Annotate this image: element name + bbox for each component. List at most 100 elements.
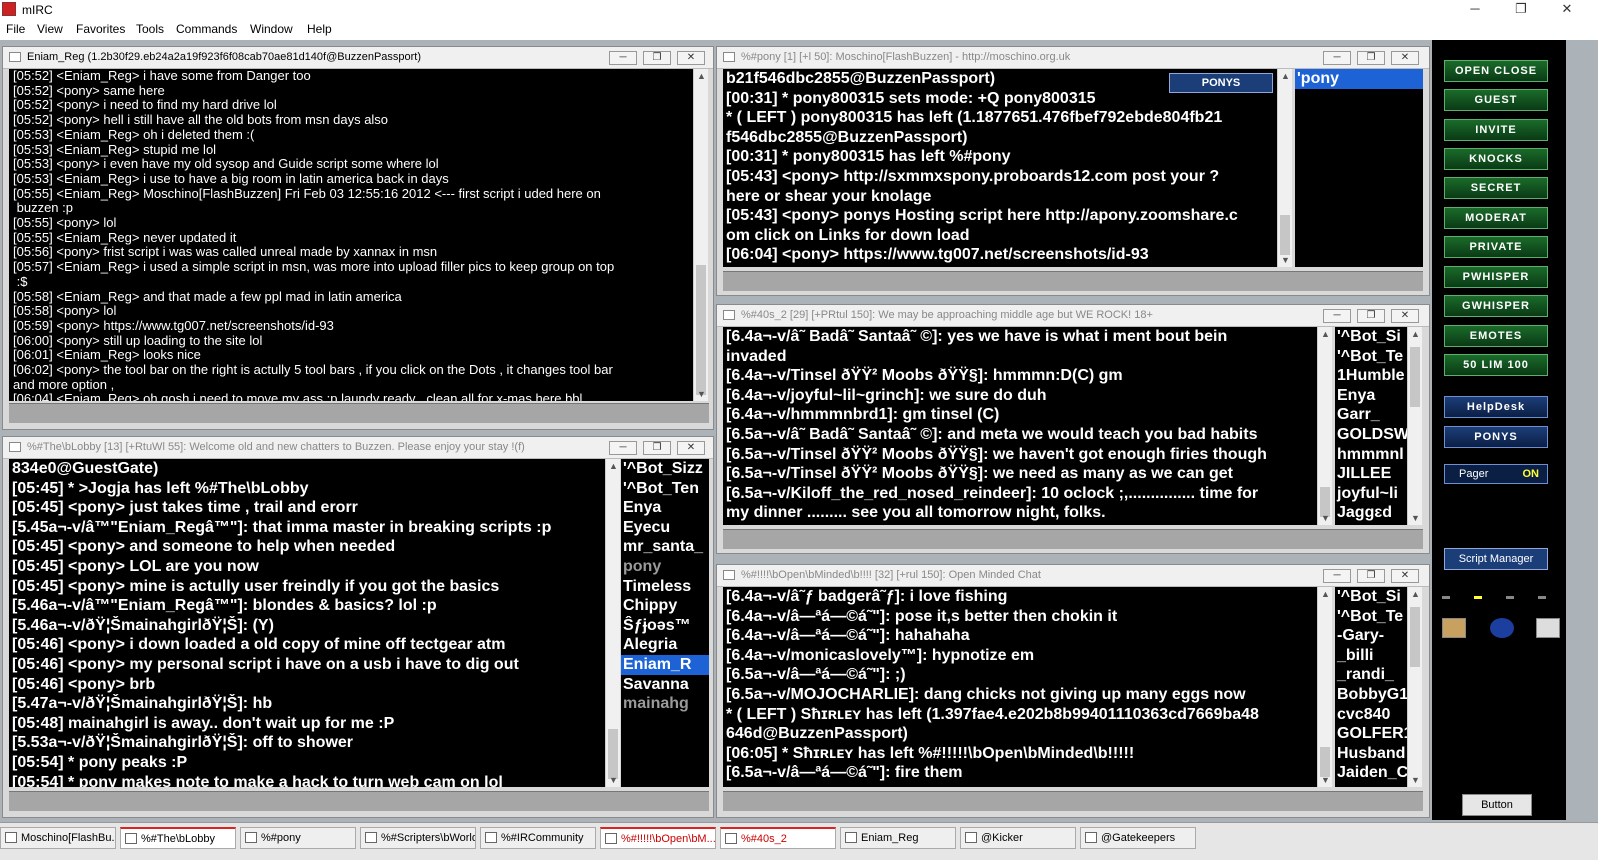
secret-button[interactable]: SECRET [1444, 177, 1548, 199]
nick-item[interactable]: '^Bot_Te [1335, 347, 1407, 367]
scroll-up-icon[interactable]: ▲ [1318, 587, 1333, 601]
nick-item[interactable]: Husband [1335, 744, 1407, 764]
knocks-button[interactable]: KNOCKS [1444, 148, 1548, 170]
nick-item[interactable]: Ŝƒɉoəs™ [621, 616, 709, 636]
pony-scrollbar[interactable]: ▲ ▼ [1277, 69, 1292, 267]
nick-item[interactable]: Enya [621, 498, 709, 518]
generic-button[interactable]: Button [1462, 794, 1532, 816]
lobby-window-titlebar[interactable]: %#The\bLobby [13] [+RtuWl 55]: Welcome o… [3, 437, 713, 459]
scroll-up-icon[interactable]: ▲ [694, 69, 709, 83]
task-pony[interactable]: %#pony [240, 827, 356, 849]
lobby-nicklist[interactable]: '^Bot_Sizz '^Bot_Ten Enya Eyecu mr_santa_ pon… [621, 459, 709, 787]
nick-item[interactable]: '^Bot_Si [1335, 587, 1407, 607]
win-close-button[interactable]: ✕ [1391, 51, 1419, 65]
win-close-button[interactable]: ✕ [1391, 569, 1419, 583]
40s-nicklist[interactable]: '^Bot_Si '^Bot_Te 1Humble Enya Garr_ GOLDSW hm… [1335, 327, 1407, 525]
limit-button[interactable]: 50 LIM 100 [1444, 354, 1548, 376]
openminded-input[interactable] [723, 791, 1423, 811]
ponys-badge[interactable]: PONYS [1169, 73, 1273, 93]
pager-toggle[interactable]: Pager ON [1444, 464, 1548, 484]
scroll-down-icon[interactable]: ▼ [1278, 253, 1293, 267]
nick-item[interactable]: '^Bot_Si [1335, 327, 1407, 347]
nick-item[interactable]: Jaiden_C [1335, 763, 1407, 783]
pony-window-titlebar[interactable]: %#pony [1] [+l 50]: Moschino[FlashBuzzen… [717, 47, 1429, 69]
scroll-down-icon[interactable]: ▼ [1408, 773, 1423, 787]
guest-button[interactable]: GUEST [1444, 89, 1548, 111]
nick-item[interactable]: BobbyG1 [1335, 685, 1407, 705]
scroll-thumb[interactable] [1410, 607, 1420, 667]
nick-item[interactable]: GOLDSW [1335, 425, 1407, 445]
lobby-window[interactable]: %#The\bLobby [13] [+RtuWl 55]: Welcome o… [2, 436, 714, 818]
scroll-thumb[interactable] [1280, 215, 1290, 255]
nick-item[interactable]: Savanna [621, 675, 709, 695]
nick-item[interactable]: '^Bot_Ten [621, 479, 709, 499]
scroll-down-icon[interactable]: ▼ [1318, 511, 1333, 525]
nick-item[interactable]: Eniam_R [621, 654, 709, 675]
nick-item[interactable]: '^Bot_Sizz [621, 459, 709, 479]
nick-item[interactable]: mainahg [621, 694, 709, 714]
moderate-button[interactable]: MODERAT [1444, 207, 1548, 229]
scroll-up-icon[interactable]: ▲ [1318, 327, 1333, 341]
win-close-button[interactable]: ✕ [1391, 309, 1419, 323]
users-icon[interactable] [1442, 618, 1466, 638]
scroll-down-icon[interactable]: ▼ [1408, 511, 1423, 525]
menu-favorites[interactable]: Favorites [76, 22, 125, 36]
nick-item[interactable]: Chippy [621, 596, 709, 616]
nick-item[interactable]: mr_santa_ [621, 537, 709, 557]
openminded-nick-scrollbar[interactable]: ▲ ▼ [1407, 587, 1422, 787]
nick-item[interactable]: joyful~li [1335, 484, 1407, 504]
nick-item[interactable]: _billi [1335, 646, 1407, 666]
scroll-down-icon[interactable]: ▼ [694, 387, 709, 401]
nick-item[interactable]: Enya [1335, 386, 1407, 406]
openminded-scrollbar[interactable]: ▲ ▼ [1317, 587, 1332, 787]
pwhisper-button[interactable]: PWHISPER [1444, 266, 1548, 288]
maximize-button[interactable]: ❐ [1498, 0, 1544, 18]
task-gatekeepers[interactable]: @Gatekeepers [1080, 827, 1196, 849]
pony-nicklist[interactable]: 'pony [1295, 69, 1423, 267]
nick-item[interactable]: Alegria [621, 635, 709, 655]
task-openminded[interactable]: %#!!!!!\bOpen\bM... [600, 827, 716, 849]
scroll-up-icon[interactable]: ▲ [1278, 69, 1293, 83]
scroll-thumb[interactable] [696, 265, 706, 395]
40s-input[interactable] [723, 529, 1423, 549]
nick-item[interactable]: cvc840 [1335, 705, 1407, 725]
nick-item[interactable]: _randi_ [1335, 665, 1407, 685]
menu-help[interactable]: Help [307, 22, 332, 36]
task-kicker[interactable]: @Kicker [960, 827, 1076, 849]
openminded-window-titlebar[interactable]: %#!!!!\bOpen\bMinded\b!!!! [32] [+rul 15… [717, 565, 1429, 587]
gwhisper-button[interactable]: GWHISPER [1444, 295, 1548, 317]
task-eniam[interactable]: Eniam_Reg [840, 827, 956, 849]
nick-item[interactable]: hmmmnl [1335, 445, 1407, 465]
scroll-thumb[interactable] [608, 729, 618, 779]
settings-icon[interactable] [1536, 618, 1560, 638]
40s-nick-scrollbar[interactable]: ▲ ▼ [1407, 327, 1422, 525]
query-window[interactable]: Eniam_Reg (1.2b30f29.eb24a2a19f923f6f08c… [2, 46, 714, 430]
menu-view[interactable]: View [37, 22, 63, 36]
win-minimize-button[interactable]: ─ [1323, 309, 1351, 323]
task-ircommunity[interactable]: %#IRCommunity [480, 827, 596, 849]
helpdesk-button[interactable]: HelpDesk [1444, 396, 1548, 418]
ponys-button[interactable]: PONYS [1444, 426, 1548, 448]
win-minimize-button[interactable]: ─ [609, 51, 637, 65]
pony-window[interactable]: %#pony [1] [+l 50]: Moschino[FlashBuzzen… [716, 46, 1430, 296]
nick-item[interactable]: 'pony [1295, 69, 1423, 89]
minimize-button[interactable]: ─ [1452, 0, 1498, 18]
task-40s[interactable]: %#40s_2 [720, 827, 836, 849]
nick-item[interactable]: '^Bot_Te [1335, 607, 1407, 627]
openminded-window[interactable]: %#!!!!\bOpen\bMinded\b!!!! [32] [+rul 15… [716, 564, 1430, 818]
menu-file[interactable]: File [6, 22, 25, 36]
nick-item[interactable]: GOLFER1 [1335, 724, 1407, 744]
menu-commands[interactable]: Commands [176, 22, 237, 36]
emotes-button[interactable]: EMOTES [1444, 325, 1548, 347]
win-close-button[interactable]: ✕ [677, 441, 705, 455]
win-minimize-button[interactable]: ─ [1323, 51, 1351, 65]
open-close-button[interactable]: OPEN CLOSE [1444, 60, 1548, 82]
query-scrollbar[interactable]: ▲ ▼ [693, 69, 708, 401]
nick-item[interactable]: Eyecu [621, 518, 709, 538]
menu-window[interactable]: Window [250, 22, 293, 36]
win-restore-button[interactable]: ❐ [1357, 51, 1385, 65]
nick-item[interactable]: 1Humble [1335, 366, 1407, 386]
scroll-up-icon[interactable]: ▲ [1408, 327, 1423, 341]
40s-scrollbar[interactable]: ▲ ▼ [1317, 327, 1332, 525]
globe-icon[interactable] [1490, 618, 1514, 638]
